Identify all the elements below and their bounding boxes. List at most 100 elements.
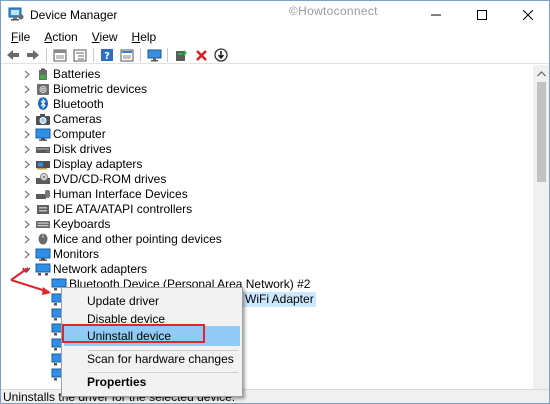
ide-controller-icon: [37, 205, 49, 214]
tree-item-hid[interactable]: Human Interface Devices: [1, 187, 532, 202]
menu-file[interactable]: File: [4, 28, 37, 47]
mouse-icon: [38, 233, 48, 245]
help-button[interactable]: ?: [97, 47, 117, 63]
menu-item-properties[interactable]: Properties: [64, 372, 240, 392]
menu-help-label: elp: [140, 30, 157, 44]
tree-item-bluetooth[interactable]: Bluetooth: [1, 97, 532, 112]
tree-item-ide-controllers[interactable]: IDE ATA/ATAPI controllers: [1, 202, 532, 217]
fingerprint-icon: [37, 84, 49, 95]
tree-item-label: Keyboards: [53, 217, 111, 231]
menu-view-label: iew: [99, 30, 118, 44]
toolbar-separator: [167, 48, 168, 62]
title-bar: Device Manager ©Howtoconnect: [1, 1, 549, 28]
menu-item-scan-hardware[interactable]: Scan for hardware changes: [64, 349, 240, 369]
uninstall-x-icon: [195, 49, 207, 61]
tree-item-biometric[interactable]: Biometric devices: [1, 82, 532, 97]
vertical-scrollbar[interactable]: [533, 65, 549, 389]
svg-text:?: ?: [104, 51, 110, 62]
annotation-highlight-box: [62, 324, 205, 343]
tree-item-label: DVD/CD-ROM drives: [53, 172, 167, 186]
expand-chevron-icon[interactable]: [22, 100, 31, 109]
update-driver-icon: [176, 49, 187, 61]
battery-icon: [39, 68, 47, 80]
tree-item-label: IDE ATA/ATAPI controllers: [53, 202, 193, 216]
menu-help-mnemonic: H: [131, 30, 141, 44]
expand-chevron-icon[interactable]: [22, 70, 31, 79]
close-icon: [523, 9, 533, 20]
tree-item-label: Biometric devices: [53, 82, 148, 96]
display-adapter-icon: [36, 161, 50, 170]
tree-item-computer[interactable]: Computer: [1, 127, 532, 142]
expand-chevron-icon[interactable]: [22, 145, 31, 154]
expand-chevron-icon[interactable]: [22, 130, 31, 139]
window-title: Device Manager: [30, 8, 118, 22]
monitor-icon: [35, 248, 51, 261]
expand-chevron-icon[interactable]: [22, 205, 31, 214]
tree-item-label: Bluetooth: [53, 97, 104, 111]
bluetooth-icon: [38, 97, 48, 110]
tree-item-dvd-drives[interactable]: DVD/CD-ROM drives: [1, 172, 532, 187]
monitor-icon: [147, 49, 161, 61]
show-hidden-button[interactable]: [117, 47, 137, 63]
forward-arrow-icon: [27, 50, 39, 60]
menu-action[interactable]: Action: [37, 28, 84, 47]
tree-item-mice[interactable]: Mice and other pointing devices: [1, 232, 532, 247]
hid-icon: [36, 190, 50, 199]
menu-item-update-driver[interactable]: Update driver: [64, 291, 240, 311]
toolbar-separator: [140, 48, 141, 62]
tree-item-keyboards[interactable]: Keyboards: [1, 217, 532, 232]
forward-button[interactable]: [23, 47, 43, 63]
properties-icon: [53, 49, 67, 61]
tree-item-label: Monitors: [53, 247, 100, 261]
download-driver-button[interactable]: [211, 47, 231, 63]
expand-chevron-icon[interactable]: [22, 220, 31, 229]
tree-item-disk-drives[interactable]: Disk drives: [1, 142, 532, 157]
dvd-drive-icon: [36, 173, 50, 184]
update-driver-button[interactable]: [171, 47, 191, 63]
disk-drive-icon: [36, 147, 50, 153]
expand-chevron-icon[interactable]: [22, 160, 31, 169]
expand-chevron-icon[interactable]: [22, 115, 31, 124]
tree-item-batteries[interactable]: Batteries: [1, 67, 532, 82]
scan-hardware-button[interactable]: [144, 47, 164, 63]
menu-file-label: ile: [18, 30, 31, 44]
help-icon: ?: [101, 49, 113, 62]
tree-item-label: Display adapters: [53, 157, 143, 171]
menu-action-label: ction: [52, 30, 78, 44]
scroll-up-button[interactable]: [533, 65, 549, 82]
menu-view[interactable]: View: [85, 28, 125, 47]
expand-chevron-icon[interactable]: [22, 250, 31, 259]
tree-item-network-adapters[interactable]: Network adapters: [1, 262, 532, 277]
tree-item-label: Disk drives: [53, 142, 112, 156]
keyboard-icon: [36, 221, 50, 228]
minimize-icon: [431, 14, 441, 15]
tree-item-label: Human Interface Devices: [53, 187, 188, 201]
expand-chevron-icon[interactable]: [22, 85, 31, 94]
tree-item-label: Computer: [53, 127, 106, 141]
expand-chevron-icon[interactable]: [22, 190, 31, 199]
device-manager-window: Device Manager ©Howtoconnect File Action…: [0, 0, 550, 404]
watermark-text: ©Howtoconnect: [289, 4, 378, 18]
tree-item-monitors[interactable]: Monitors: [1, 247, 532, 262]
scroll-thumb[interactable]: [537, 82, 546, 182]
menu-view-mnemonic: V: [91, 30, 100, 44]
close-button[interactable]: [505, 1, 549, 28]
expand-chevron-icon[interactable]: [22, 235, 31, 244]
tree-item-cameras[interactable]: Cameras: [1, 112, 532, 127]
back-button[interactable]: [3, 47, 23, 63]
minimize-button[interactable]: [413, 1, 459, 28]
expand-chevron-icon[interactable]: [22, 175, 31, 184]
tree-view-icon: [73, 49, 87, 61]
download-driver-icon: [214, 48, 228, 62]
device-manager-app-icon: [8, 7, 24, 21]
menu-help[interactable]: Help: [125, 28, 164, 47]
uninstall-device-button[interactable]: [191, 47, 211, 63]
tree-view-button[interactable]: [70, 47, 90, 63]
toolbar: ?: [1, 47, 549, 64]
annotation-arrows: [10, 267, 51, 295]
tree-item-display-adapters[interactable]: Display adapters: [1, 157, 532, 172]
maximize-button[interactable]: [459, 1, 505, 28]
tree-item-label: Mice and other pointing devices: [53, 232, 222, 246]
properties-button[interactable]: [50, 47, 70, 63]
maximize-icon: [477, 9, 487, 20]
